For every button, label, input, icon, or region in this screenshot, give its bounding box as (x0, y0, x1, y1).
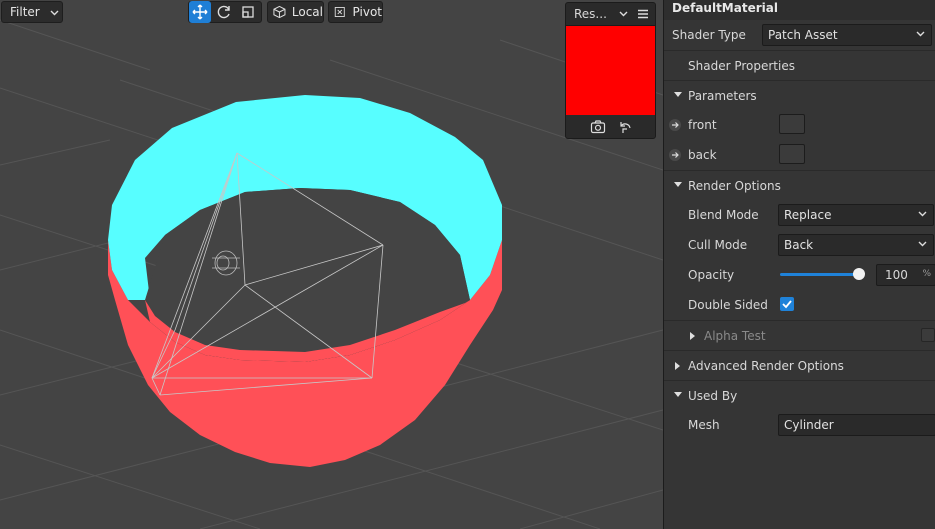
param-label: back (688, 148, 717, 162)
chevron-down-icon (619, 11, 628, 17)
opacity-slider-track[interactable] (780, 273, 860, 276)
camera-reset-icon[interactable] (590, 120, 606, 134)
blend-mode-label: Blend Mode (688, 208, 759, 222)
back-color-swatch[interactable] (779, 144, 805, 164)
double-sided-label: Double Sided (688, 298, 768, 312)
chevron-down-icon (916, 31, 925, 37)
expand-arrow-icon (690, 332, 695, 340)
scale-tool-button[interactable] (237, 1, 259, 23)
cull-mode-value: Back (784, 238, 814, 252)
used-by-section-header[interactable]: Used By (664, 380, 935, 410)
blend-mode-row: Blend Mode Replace (664, 200, 935, 230)
menu-icon[interactable] (637, 9, 649, 19)
chevron-down-icon (918, 211, 927, 217)
double-sided-checkbox[interactable] (780, 297, 794, 311)
collapse-arrow-icon (674, 92, 682, 97)
rotate-icon (217, 5, 230, 19)
advanced-render-section-header[interactable]: Advanced Render Options (664, 350, 935, 380)
parameters-section-header[interactable]: Parameters (664, 80, 935, 110)
cull-mode-dropdown[interactable]: Back (778, 234, 934, 256)
alpha-test-label: Alpha Test (704, 329, 766, 343)
mesh-value: Cylinder (784, 418, 834, 432)
opacity-unit: % (922, 269, 931, 279)
shader-properties-row[interactable]: Shader Properties (664, 50, 935, 80)
shader-type-dropdown[interactable]: Patch Asset (762, 24, 932, 46)
scene-viewport[interactable]: Filter Local Pivot Res... (0, 0, 663, 529)
render-options-section-header[interactable]: Render Options (664, 170, 935, 200)
collapse-arrow-icon (674, 182, 682, 187)
blend-mode-dropdown[interactable]: Replace (778, 204, 934, 226)
opacity-input[interactable]: 100 % (876, 264, 935, 286)
front-color-swatch[interactable] (779, 114, 805, 134)
expand-arrow-icon (675, 362, 680, 370)
link-arrow-icon[interactable] (669, 119, 681, 131)
filter-label: Filter (10, 5, 40, 19)
opacity-row: Opacity 100 % (664, 260, 935, 290)
param-label: front (688, 118, 717, 132)
cube-icon (273, 5, 286, 19)
preview-footer (566, 115, 655, 138)
render-options-label: Render Options (688, 179, 781, 193)
scene-canvas[interactable] (0, 0, 663, 529)
local-label: Local (291, 5, 323, 19)
shader-type-value: Patch Asset (768, 28, 838, 42)
chevron-down-icon (50, 10, 59, 16)
cull-mode-row: Cull Mode Back (664, 230, 935, 260)
resolution-label: Res... (574, 7, 607, 21)
opacity-slider-thumb[interactable] (853, 268, 865, 280)
alpha-test-checkbox[interactable] (921, 328, 935, 342)
pivot-label: Pivot (352, 5, 382, 19)
link-arrow-icon[interactable] (669, 149, 681, 161)
move-tool-button[interactable] (189, 1, 211, 23)
material-title: DefaultMaterial (664, 0, 935, 20)
local-space-button[interactable]: Local (267, 1, 324, 23)
blend-mode-value: Replace (784, 208, 832, 222)
cull-mode-label: Cull Mode (688, 238, 748, 252)
preview-header: Res... (566, 3, 655, 26)
checkmark-icon (782, 300, 792, 309)
shader-properties-label: Shader Properties (688, 59, 795, 73)
rotate-preview-icon[interactable] (618, 120, 632, 134)
opacity-label: Opacity (688, 268, 735, 282)
param-front-row: front (664, 110, 935, 140)
used-by-label: Used By (688, 389, 738, 403)
material-inspector: DefaultMaterial Shader Type Patch Asset … (663, 0, 935, 529)
shader-type-row: Shader Type Patch Asset (664, 20, 935, 50)
rotate-tool-button[interactable] (213, 1, 235, 23)
material-preview-panel: Res... (565, 2, 656, 139)
mesh-label: Mesh (688, 418, 720, 432)
scale-icon (242, 6, 254, 18)
param-back-row: back (664, 140, 935, 170)
filter-dropdown[interactable]: Filter (1, 1, 63, 23)
collapse-arrow-icon (674, 392, 682, 397)
advanced-render-label: Advanced Render Options (688, 359, 844, 373)
shader-type-label: Shader Type (672, 28, 746, 42)
move-icon (192, 4, 208, 20)
double-sided-row: Double Sided (664, 290, 935, 320)
opacity-value: 100 (885, 268, 908, 282)
mesh-row: Mesh Cylinder (664, 410, 935, 440)
resolution-dropdown[interactable]: Res... (574, 7, 628, 21)
pivot-icon (334, 7, 345, 17)
alpha-test-section-header[interactable]: Alpha Test (664, 320, 935, 350)
chevron-down-icon (918, 241, 927, 247)
parameters-label: Parameters (688, 89, 757, 103)
pivot-button[interactable]: Pivot (328, 1, 383, 23)
material-preview-swatch (566, 26, 655, 115)
mesh-field[interactable]: Cylinder (778, 414, 935, 436)
